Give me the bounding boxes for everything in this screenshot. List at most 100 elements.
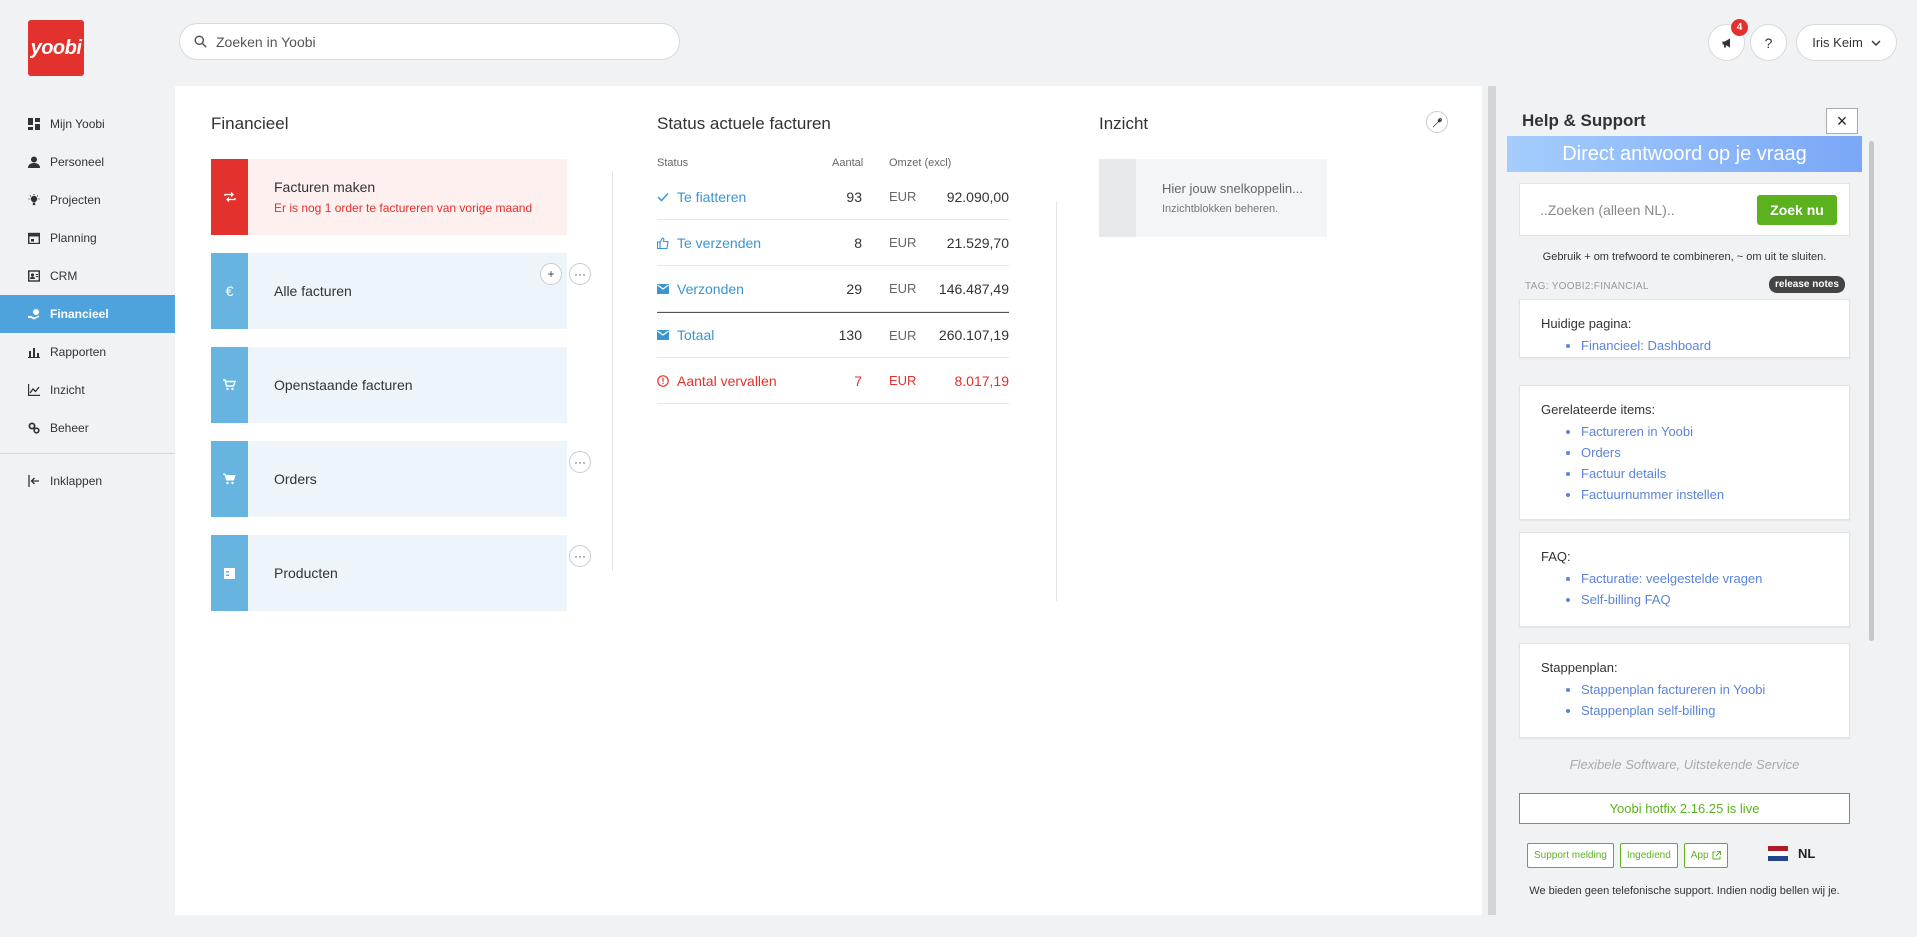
sidebar-item-label: Mijn Yoobi: [50, 117, 105, 131]
sidebar-item-rapporten[interactable]: Rapporten: [0, 333, 175, 371]
help-card-related: Gerelateerde items: Factureren in Yoobi …: [1519, 385, 1850, 520]
sidebar-item-beheer[interactable]: Beheer: [0, 409, 175, 447]
table-row[interactable]: Verzonden 29 EUR 146.487,49: [657, 266, 1009, 312]
megaphone-icon: [1722, 38, 1730, 47]
search-input[interactable]: [216, 33, 656, 50]
mail-icon: [657, 330, 669, 340]
help-link[interactable]: Orders: [1581, 442, 1828, 463]
tile-label: Alle facturen: [274, 283, 352, 299]
more-options-button[interactable]: ···: [569, 545, 591, 567]
row-label[interactable]: Verzonden: [677, 281, 744, 297]
tile-openstaande-facturen[interactable]: Openstaande facturen: [211, 347, 567, 423]
collapse-sidebar-button[interactable]: Inklappen: [0, 462, 175, 500]
line-chart-icon: [28, 384, 40, 396]
tile-label: Orders: [274, 471, 317, 487]
app-button[interactable]: App: [1683, 843, 1728, 868]
more-options-button[interactable]: ···: [569, 451, 591, 473]
sidebar-item-label: Beheer: [50, 421, 89, 435]
header-omzet: Omzet (excl): [889, 157, 952, 169]
help-support-panel: Help & Support × Direct antwoord op je v…: [1507, 86, 1862, 915]
wrench-settings-button[interactable]: [1426, 111, 1448, 133]
row-count: 8: [854, 234, 862, 251]
row-label[interactable]: Totaal: [677, 327, 714, 343]
person-icon: [28, 156, 40, 168]
sidebar-item-crm[interactable]: CRM: [0, 257, 175, 295]
release-notes-badge[interactable]: release notes: [1769, 276, 1845, 293]
table-header: Status Aantal Omzet (excl): [657, 152, 1009, 174]
money-icon: [28, 308, 40, 320]
row-amount: 8.017,19: [954, 372, 1010, 389]
row-label[interactable]: Te verzenden: [677, 235, 761, 251]
close-help-button[interactable]: ×: [1826, 108, 1858, 134]
tile-producten[interactable]: Producten ···: [211, 535, 591, 611]
search-icon: [194, 35, 207, 48]
user-menu[interactable]: Iris Keim: [1796, 24, 1897, 61]
sidebar-item-personeel[interactable]: Personeel: [0, 143, 175, 181]
tile-facturen-maken[interactable]: Facturen maken Er is nog 1 order te fact…: [211, 159, 567, 235]
table-row[interactable]: Te fiatteren 93 EUR 92.090,00: [657, 174, 1009, 220]
status-table: Status Aantal Omzet (excl) Te fiatteren …: [657, 152, 1009, 404]
sidebar-item-planning[interactable]: Planning: [0, 219, 175, 257]
tile-label: Openstaande facturen: [274, 377, 413, 393]
help-title: Help & Support: [1522, 111, 1646, 130]
global-search[interactable]: [179, 23, 680, 60]
help-link[interactable]: Financieel: Dashboard: [1581, 335, 1828, 356]
help-search-input[interactable]: [1540, 201, 1740, 218]
sidebar-item-financieel[interactable]: Financieel: [0, 295, 175, 333]
help-link[interactable]: Factuur details: [1581, 463, 1828, 484]
table-row-total[interactable]: Totaal 130 EUR 260.107,19: [657, 312, 1009, 358]
inzicht-shortcut-tile[interactable]: Hier jouw snelkoppelin... Inzichtblokken…: [1099, 159, 1327, 237]
table-row-overdue[interactable]: Aantal vervallen 7 EUR 8.017,19: [657, 358, 1009, 404]
row-label[interactable]: Aantal vervallen: [677, 373, 777, 389]
add-button[interactable]: +: [540, 263, 562, 285]
help-link[interactable]: Facturatie: veelgestelde vragen: [1581, 568, 1828, 589]
help-scrollbar[interactable]: [1869, 141, 1874, 641]
support-buttons: Support melding Ingediend App: [1527, 843, 1728, 868]
help-button[interactable]: ?: [1750, 24, 1787, 61]
calendar-icon: [28, 232, 40, 244]
help-link[interactable]: Stappenplan self-billing: [1581, 700, 1828, 721]
yoobi-logo[interactable]: yoobi: [28, 20, 84, 76]
gears-icon: [28, 422, 40, 434]
support-ticket-button[interactable]: Support melding: [1527, 843, 1614, 868]
hotfix-banner[interactable]: Yoobi hotfix 2.16.25 is live: [1519, 793, 1850, 824]
header-aantal: Aantal: [832, 157, 864, 169]
row-count: 130: [838, 327, 862, 343]
row-currency: EUR: [889, 235, 917, 250]
row-count: 29: [846, 280, 862, 297]
help-link[interactable]: Factuurnummer instellen: [1581, 484, 1828, 505]
alert-circle-icon: [657, 374, 669, 387]
language-selector[interactable]: NL: [1768, 846, 1815, 861]
dashboard-icon: [28, 118, 40, 130]
row-amount: 260.107,19: [938, 327, 1009, 343]
cart-icon: [211, 441, 248, 517]
page-tag: TAG: YOOBI2:FINANCIAL: [1525, 281, 1649, 292]
tile-alle-facturen[interactable]: € Alle facturen + ···: [211, 253, 591, 329]
netherlands-flag-icon: [1768, 846, 1788, 861]
announcements-button[interactable]: 4: [1708, 19, 1748, 61]
app-label: App: [1690, 850, 1709, 861]
sidebar-item-projecten[interactable]: Projecten: [0, 181, 175, 219]
tile-warning: Er is nog 1 order te factureren van vori…: [274, 201, 533, 215]
table-row[interactable]: Te verzenden 8 EUR 21.529,70: [657, 220, 1009, 266]
help-link[interactable]: Factureren in Yoobi: [1581, 421, 1828, 442]
help-search-button[interactable]: Zoek nu: [1757, 194, 1837, 225]
card-title: FAQ:: [1541, 549, 1571, 564]
tile-orders[interactable]: Orders ···: [211, 441, 591, 517]
tile-stripe: [1099, 159, 1136, 237]
help-link[interactable]: Stappenplan factureren in Yoobi: [1581, 679, 1828, 700]
help-link[interactable]: Self-billing FAQ: [1581, 589, 1828, 610]
panel-splitter[interactable]: [1488, 86, 1496, 915]
more-options-button[interactable]: ···: [569, 263, 591, 285]
row-currency: EUR: [889, 189, 917, 204]
nav-divider: [0, 453, 175, 454]
submitted-button[interactable]: Ingediend: [1619, 843, 1678, 868]
row-currency: EUR: [889, 327, 917, 343]
row-label[interactable]: Te fiatteren: [677, 189, 746, 205]
sidebar-item-mijn-yoobi[interactable]: Mijn Yoobi: [0, 105, 175, 143]
manage-insight-blocks-link[interactable]: Inzichtblokken beheren.: [1162, 203, 1303, 215]
sidebar-item-inzicht[interactable]: Inzicht: [0, 371, 175, 409]
sidebar-item-label: Financieel: [50, 307, 109, 321]
help-card-faq: FAQ: Facturatie: veelgestelde vragen Sel…: [1519, 532, 1850, 627]
wrench-icon: [1432, 117, 1442, 127]
